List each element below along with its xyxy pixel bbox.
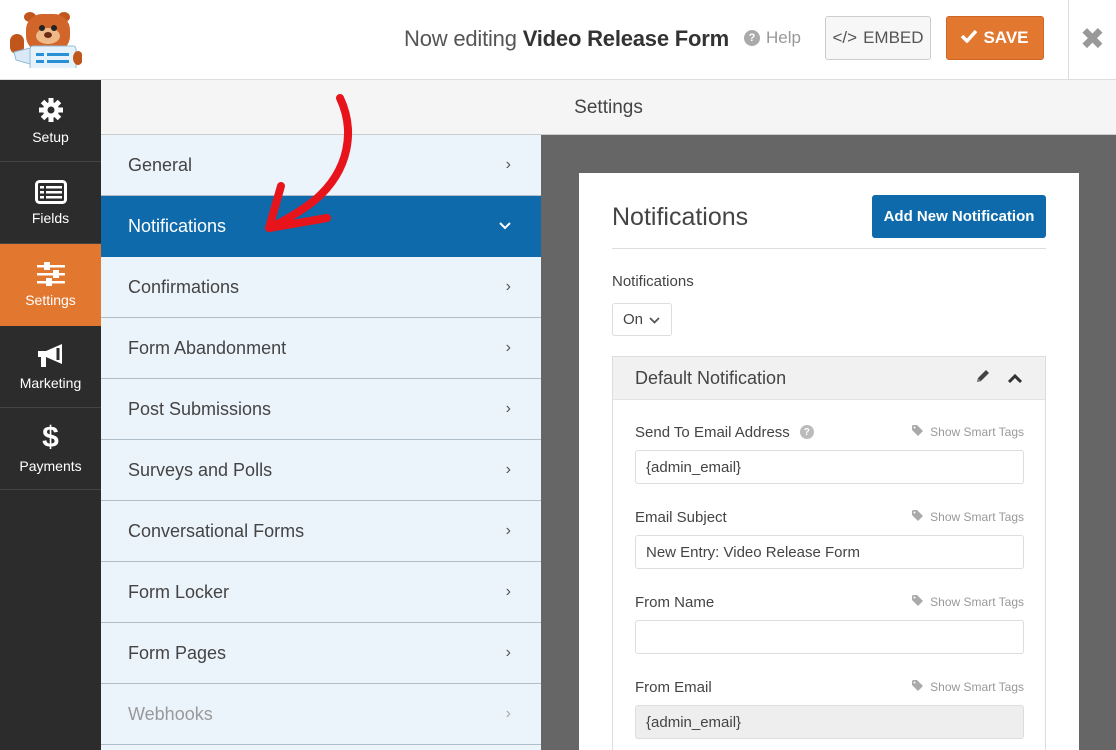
email-subject-field: Email Subject Show Smart Tags: [635, 507, 1024, 569]
select-value: On: [623, 311, 644, 328]
tag-icon: [912, 595, 926, 609]
sidebar-item-label: Setup: [32, 128, 69, 145]
settings-menu-item-notifications[interactable]: Notifications: [101, 196, 541, 257]
settings-menu-item-conversational-forms[interactable]: Conversational Forms ›: [101, 501, 541, 562]
field-label: From Email: [635, 678, 712, 696]
notifications-title: Notifications: [612, 203, 749, 231]
form-name: Video Release Form: [522, 26, 730, 51]
settings-menu-item-general[interactable]: General ›: [101, 135, 541, 196]
chevron-right-icon: ›: [505, 522, 511, 539]
chevron-right-icon: ›: [505, 400, 511, 417]
save-label: SAVE: [983, 28, 1029, 47]
chevron-right-icon: ›: [505, 644, 511, 661]
close-icon: ✖: [1079, 23, 1106, 56]
sidebar-item-setup[interactable]: Setup: [0, 80, 101, 162]
menu-item-label: Conversational Forms: [128, 520, 305, 541]
help-label: Help: [766, 28, 801, 47]
menu-item-label: Webhooks: [128, 703, 213, 724]
settings-menu-item-form-abandonment[interactable]: Form Abandonment ›: [101, 318, 541, 379]
divider: [612, 248, 1046, 249]
menu-item-label: Confirmations: [128, 276, 240, 297]
code-icon: </>: [832, 28, 858, 47]
fields-list-icon: [34, 179, 67, 204]
settings-menu-item-form-locker[interactable]: Form Locker ›: [101, 562, 541, 623]
notifications-card: Notifications Add New Notification Notif…: [579, 173, 1079, 750]
embed-button[interactable]: </> EMBED: [825, 16, 931, 60]
sidebar-item-settings[interactable]: Settings: [0, 244, 101, 326]
chevron-down-icon: [649, 311, 660, 328]
help-link[interactable]: ? Help: [744, 28, 801, 48]
chevron-right-icon: ›: [505, 339, 511, 356]
title-prefix: Now editing: [404, 26, 517, 51]
default-notification-header[interactable]: Default Notification: [613, 357, 1045, 400]
chevron-right-icon: ›: [505, 583, 511, 600]
menu-item-label: General: [128, 154, 193, 175]
embed-label: EMBED: [863, 28, 924, 47]
chevron-right-icon: ›: [505, 705, 511, 722]
settings-menu-item-confirmations[interactable]: Confirmations ›: [101, 257, 541, 318]
tag-icon: [912, 425, 926, 439]
settings-menu-item-surveys-and-polls[interactable]: Surveys and Polls ›: [101, 440, 541, 501]
menu-item-label: Post Submissions: [128, 398, 272, 419]
chevron-up-icon[interactable]: [1007, 368, 1023, 389]
help-icon: ?: [744, 30, 760, 46]
menu-item-label: Surveys and Polls: [128, 459, 273, 480]
settings-menu-item-webhooks[interactable]: Webhooks ›: [101, 684, 541, 745]
send-to-email-field: Send To Email Address ? Show Smart Tags: [635, 422, 1024, 484]
field-label: Send To Email Address: [635, 423, 790, 441]
settings-menu: General › Notifications Confirmations › …: [101, 135, 541, 750]
from-email-field: From Email Show Smart Tags: [635, 677, 1024, 739]
notifications-toggle-label: Notifications: [612, 273, 694, 290]
help-icon[interactable]: ?: [799, 425, 814, 439]
add-new-notification-button[interactable]: Add New Notification: [872, 195, 1046, 238]
sidebar-item-marketing[interactable]: Marketing: [0, 326, 101, 408]
default-notification-block: Default Notification Send To Email Addre…: [612, 356, 1046, 750]
page-title: Now editing Video Release Form: [404, 26, 729, 52]
settings-header: Settings: [101, 80, 1116, 135]
chevron-right-icon: ›: [505, 156, 511, 173]
default-notification-title: Default Notification: [635, 367, 787, 388]
field-label: Email Subject: [635, 508, 727, 526]
top-bar: Now editing Video Release Form ? Help </…: [0, 0, 1116, 80]
dollar-icon: $: [42, 420, 59, 454]
checkmark-icon: [961, 28, 978, 48]
pencil-icon[interactable]: [975, 368, 991, 389]
sliders-icon: [36, 261, 65, 286]
tag-icon: [912, 510, 926, 524]
from-name-field: From Name Show Smart Tags: [635, 592, 1024, 654]
settings-menu-item-post-submissions[interactable]: Post Submissions ›: [101, 379, 541, 440]
chevron-right-icon: ›: [505, 278, 511, 295]
send-to-email-input[interactable]: [635, 450, 1024, 484]
show-smart-tags-link[interactable]: Show Smart Tags: [912, 680, 1024, 694]
tag-icon: [912, 680, 926, 694]
gear-icon: [38, 97, 64, 123]
save-button[interactable]: SAVE: [946, 16, 1044, 60]
menu-item-label: Form Abandonment: [128, 337, 287, 358]
email-subject-input[interactable]: [635, 535, 1024, 569]
megaphone-icon: [36, 343, 66, 369]
from-email-input[interactable]: [635, 705, 1024, 739]
from-name-input[interactable]: [635, 620, 1024, 654]
menu-item-label: Notifications: [128, 215, 227, 236]
builder-sidebar: Setup Fields Settings Marketing $ Paymen…: [0, 80, 101, 750]
close-button[interactable]: ✖: [1068, 0, 1116, 80]
sidebar-item-label: Marketing: [19, 374, 82, 391]
field-label: From Name: [635, 593, 715, 611]
sidebar-item-label: Settings: [25, 291, 76, 308]
sidebar-item-label: Payments: [19, 457, 82, 474]
wpforms-logo: [6, 8, 83, 71]
notifications-toggle-select[interactable]: On: [612, 303, 672, 336]
menu-item-label: Form Pages: [128, 642, 227, 663]
sidebar-item-payments[interactable]: $ Payments: [0, 408, 101, 490]
show-smart-tags-link[interactable]: Show Smart Tags: [912, 510, 1024, 524]
chevron-down-icon: [499, 217, 511, 235]
sidebar-item-fields[interactable]: Fields: [0, 162, 101, 244]
menu-item-label: Form Locker: [128, 581, 230, 602]
show-smart-tags-link[interactable]: Show Smart Tags: [912, 425, 1024, 439]
settings-menu-item-form-pages[interactable]: Form Pages ›: [101, 623, 541, 684]
show-smart-tags-link[interactable]: Show Smart Tags: [912, 595, 1024, 609]
sidebar-item-label: Fields: [31, 209, 70, 226]
chevron-right-icon: ›: [505, 461, 511, 478]
